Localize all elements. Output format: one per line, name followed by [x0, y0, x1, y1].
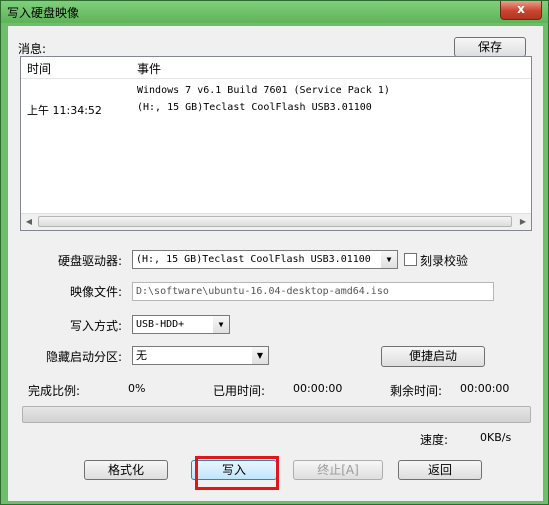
- header-divider: [21, 78, 531, 79]
- hidden-partition-label: 隐藏启动分区:: [46, 350, 123, 364]
- complete-value: 0%: [128, 382, 146, 395]
- write-button-highlight: [195, 456, 279, 490]
- chevron-down-icon: ▼: [213, 316, 229, 333]
- image-file-label: 映像文件:: [70, 285, 123, 299]
- save-button[interactable]: 保存: [454, 37, 526, 57]
- speed-value: 0KB/s: [480, 431, 512, 444]
- message-list[interactable]: 时间 事件 Windows 7 v6.1 Build 7601 (Service…: [20, 56, 532, 231]
- hidden-partition-value: 无: [136, 349, 147, 362]
- format-button[interactable]: 格式化: [84, 460, 168, 480]
- elapsed-label: 已用时间:: [213, 384, 266, 398]
- drive-select-value: (H:, 15 GB)Teclast CoolFlash USB3.01100: [136, 254, 371, 265]
- scroll-thumb[interactable]: [38, 216, 512, 227]
- quick-boot-button[interactable]: 便捷启动: [381, 346, 485, 367]
- write-mode-select[interactable]: USB-HDD+ ▼: [132, 315, 230, 334]
- messages-label: 消息:: [18, 42, 47, 56]
- image-file-field[interactable]: D:\software\ubuntu-16.04-desktop-amd64.i…: [132, 282, 494, 301]
- verify-checkbox[interactable]: [404, 253, 417, 266]
- title-bar[interactable]: 写入硬盘映像 x: [1, 1, 548, 23]
- back-button[interactable]: 返回: [398, 460, 482, 480]
- write-mode-label: 写入方式:: [70, 319, 123, 333]
- remaining-value: 00:00:00: [460, 382, 510, 395]
- verify-label[interactable]: 刻录校验: [420, 252, 468, 269]
- scroll-right-icon[interactable]: ▶: [515, 214, 531, 230]
- horizontal-scrollbar[interactable]: ◀ ▶: [21, 213, 531, 230]
- speed-label: 速度:: [420, 433, 449, 447]
- hidden-partition-select[interactable]: 无 ▼: [132, 346, 269, 365]
- window-title: 写入硬盘映像: [7, 6, 80, 20]
- close-button[interactable]: x: [500, 1, 542, 20]
- close-icon: x: [517, 2, 525, 16]
- message-event-1: Windows 7 v6.1 Build 7601 (Service Pack …: [137, 85, 390, 96]
- elapsed-value: 00:00:00: [293, 382, 343, 395]
- dialog-body: 消息: 保存 时间 事件 Windows 7 v6.1 Build 7601 (…: [7, 25, 544, 502]
- column-header-time[interactable]: 时间: [27, 60, 51, 77]
- write-progress-bar: [22, 406, 531, 423]
- chevron-down-icon: ▼: [381, 251, 397, 268]
- write-disk-image-window: 写入硬盘映像 x 消息: 保存 时间 事件 Windows 7 v6.1 Bui…: [0, 0, 549, 505]
- message-event-2: (H:, 15 GB)Teclast CoolFlash USB3.01100: [137, 102, 372, 113]
- abort-button[interactable]: 终止[A]: [293, 460, 383, 480]
- remaining-label: 剩余时间:: [390, 384, 443, 398]
- chevron-down-icon: ▼: [252, 347, 268, 364]
- scroll-left-icon[interactable]: ◀: [21, 214, 37, 230]
- drive-label: 硬盘驱动器:: [58, 254, 123, 268]
- drive-select[interactable]: (H:, 15 GB)Teclast CoolFlash USB3.01100 …: [132, 250, 398, 269]
- write-mode-value: USB-HDD+: [136, 319, 185, 330]
- message-time-2: 上午 11:34:52: [27, 104, 102, 117]
- column-header-event[interactable]: 事件: [137, 60, 161, 77]
- complete-label: 完成比例:: [28, 384, 81, 398]
